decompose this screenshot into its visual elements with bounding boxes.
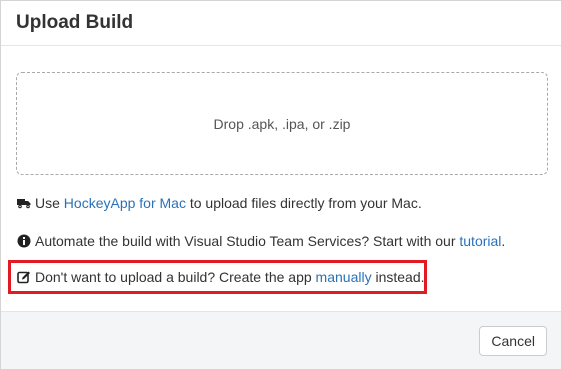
manual-info-prefix: Don't want to upload a build? Create the… (35, 269, 316, 285)
tutorial-link[interactable]: tutorial (459, 233, 501, 249)
dialog-header: Upload Build (1, 1, 561, 46)
cancel-button[interactable]: Cancel (479, 326, 547, 356)
file-dropzone[interactable]: Drop .apk, .ipa, or .zip (16, 72, 548, 175)
dialog-title: Upload Build (16, 12, 134, 33)
mac-info-suffix: to upload files directly from your Mac. (185, 195, 422, 211)
dropzone-text: Drop .apk, .ipa, or .zip (213, 115, 351, 132)
dialog-footer: Cancel (1, 311, 561, 369)
manual-create-info: Don't want to upload a build? Create the… (17, 268, 425, 286)
upload-build-dialog: Upload Build Drop .apk, .ipa, or .zip Us… (0, 0, 562, 369)
truck-icon (17, 196, 31, 210)
vsts-info: Automate the build with Visual Studio Te… (17, 232, 505, 250)
edit-icon (17, 270, 31, 284)
hockeyapp-for-mac-link[interactable]: HockeyApp for Mac (64, 195, 186, 211)
manually-link[interactable]: manually (316, 269, 372, 285)
info-circle-icon (17, 234, 31, 248)
hockeyapp-mac-info: Use HockeyApp for Mac to upload files di… (17, 194, 422, 212)
vsts-info-prefix: Automate the build with Visual Studio Te… (35, 233, 460, 249)
vsts-info-suffix: . (501, 233, 506, 249)
manual-info-suffix: instead. (371, 269, 425, 285)
mac-info-prefix: Use (35, 195, 64, 211)
